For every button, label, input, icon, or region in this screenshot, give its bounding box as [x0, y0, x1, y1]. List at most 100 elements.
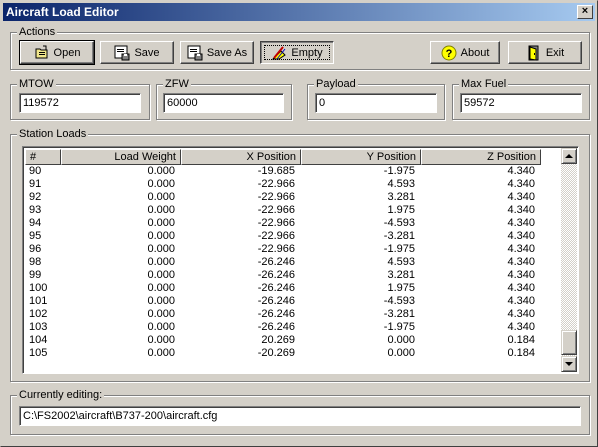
row-load-weight: 0.000 [147, 178, 175, 190]
row-y-position: 0.000 [387, 334, 415, 346]
table-row[interactable]: 98 0.000 -26.246 4.593 4.340 [25, 256, 541, 269]
table-row[interactable]: 100 0.000 -26.246 1.975 4.340 [25, 282, 541, 295]
payload-label: Payload [314, 77, 358, 91]
row-x-position: -22.966 [257, 204, 295, 216]
row-load-weight: 0.000 [147, 321, 175, 333]
row-x-position: -26.246 [257, 269, 295, 281]
row-number: 96 [29, 243, 42, 255]
row-x-position: -22.966 [257, 178, 295, 190]
row-x-position: -19.685 [257, 165, 295, 177]
row-y-position: 4.593 [387, 256, 415, 268]
row-z-position: 4.340 [507, 191, 535, 203]
window-title: Aircraft Load Editor [6, 5, 119, 19]
current-file-path[interactable]: C:\FS2002\aircraft\B737-200\aircraft.cfg [19, 406, 581, 426]
row-y-position: 3.281 [387, 269, 415, 281]
zfw-label: ZFW [163, 77, 191, 91]
row-z-position: 4.340 [507, 308, 535, 320]
row-y-position: 1.975 [387, 204, 415, 216]
row-z-position: 4.340 [507, 269, 535, 281]
mtow-field[interactable]: 119572 [19, 93, 141, 113]
row-load-weight: 0.000 [147, 295, 175, 307]
max-fuel-field[interactable]: 59572 [460, 93, 582, 113]
row-load-weight: 0.000 [147, 165, 175, 177]
row-z-position: 4.340 [507, 204, 535, 216]
payload-field[interactable]: 0 [315, 93, 437, 113]
column-header-x-position[interactable]: X Position [181, 149, 301, 165]
column-header-number[interactable]: # [25, 149, 61, 165]
row-x-position: -26.246 [257, 308, 295, 320]
row-number: 99 [29, 269, 42, 281]
table-row[interactable]: 95 0.000 -22.966 -3.281 4.340 [25, 230, 541, 243]
row-number: 101 [29, 295, 48, 307]
save-button-label: Save [134, 46, 160, 59]
empty-button[interactable]: Empty [260, 41, 334, 64]
close-button[interactable]: × [577, 5, 593, 19]
row-y-position: 3.281 [387, 191, 415, 203]
save-disk-icon [114, 45, 130, 61]
row-x-position: -20.269 [257, 347, 295, 359]
row-load-weight: 0.000 [147, 282, 175, 294]
vertical-scrollbar[interactable] [561, 148, 577, 372]
row-x-position: 20.269 [261, 334, 295, 346]
table-row[interactable]: 102 0.000 -26.246 -3.281 4.340 [25, 308, 541, 321]
table-row[interactable]: 99 0.000 -26.246 3.281 4.340 [25, 269, 541, 282]
row-x-position: -26.246 [257, 295, 295, 307]
table-row[interactable]: 105 0.000 -20.269 0.000 0.184 [25, 347, 541, 360]
station-loads-list[interactable]: # Load Weight X Position Y Position Z Po… [22, 146, 579, 374]
row-y-position: -4.593 [383, 295, 415, 307]
about-button[interactable]: ? About [430, 41, 500, 64]
table-row[interactable]: 92 0.000 -22.966 3.281 4.340 [25, 191, 541, 204]
max-fuel-label: Max Fuel [459, 77, 509, 91]
open-folder-icon [34, 45, 50, 61]
column-header-load-weight[interactable]: Load Weight [61, 149, 181, 165]
zfw-field[interactable]: 60000 [163, 93, 284, 113]
row-x-position: -22.966 [257, 230, 295, 242]
list-rows: 90 0.000 -19.685 -1.975 4.340 91 0.000 -22.966 4… [25, 165, 541, 360]
save-button[interactable]: Save [100, 41, 174, 64]
table-row[interactable]: 104 0.000 20.269 0.000 0.184 [25, 334, 541, 347]
row-y-position: -3.281 [383, 230, 415, 242]
title-bar[interactable]: Aircraft Load Editor × [3, 3, 595, 21]
row-z-position: 4.340 [507, 295, 535, 307]
table-row[interactable]: 103 0.000 -26.246 -1.975 4.340 [25, 321, 541, 334]
current-file-label: Currently editing: [17, 388, 105, 402]
row-number: 100 [29, 282, 48, 294]
scroll-up-button[interactable] [561, 148, 577, 164]
actions-group-label: Actions [17, 25, 58, 39]
table-row[interactable]: 94 0.000 -22.966 -4.593 4.340 [25, 217, 541, 230]
scroll-down-button[interactable] [561, 356, 577, 372]
scroll-up-arrow-icon [565, 154, 573, 158]
row-z-position: 4.340 [507, 282, 535, 294]
row-z-position: 4.340 [507, 178, 535, 190]
row-number: 90 [29, 165, 42, 177]
row-number: 94 [29, 217, 42, 229]
row-load-weight: 0.000 [147, 204, 175, 216]
open-button[interactable]: Open [19, 40, 95, 65]
save-as-button-label: Save As [206, 46, 248, 59]
save-as-disk-icon [187, 45, 203, 61]
row-number: 92 [29, 191, 42, 203]
row-number: 98 [29, 256, 42, 268]
row-y-position: -1.975 [383, 165, 415, 177]
column-header-z-position[interactable]: Z Position [421, 149, 541, 165]
exit-button[interactable]: Exit [508, 41, 582, 64]
row-z-position: 4.340 [507, 321, 535, 333]
save-as-button[interactable]: Save As [180, 41, 254, 64]
table-row[interactable]: 96 0.000 -22.966 -1.975 4.340 [25, 243, 541, 256]
table-row[interactable]: 90 0.000 -19.685 -1.975 4.340 [25, 165, 541, 178]
row-x-position: -22.966 [257, 191, 295, 203]
row-load-weight: 0.000 [147, 269, 175, 281]
row-load-weight: 0.000 [147, 256, 175, 268]
column-header-y-position[interactable]: Y Position [301, 149, 421, 165]
table-row[interactable]: 93 0.000 -22.966 1.975 4.340 [25, 204, 541, 217]
row-load-weight: 0.000 [147, 243, 175, 255]
row-number: 93 [29, 204, 42, 216]
row-z-position: 0.184 [507, 347, 535, 359]
scroll-thumb[interactable] [561, 330, 577, 355]
row-number: 104 [29, 334, 48, 346]
table-row[interactable]: 101 0.000 -26.246 -4.593 4.340 [25, 295, 541, 308]
app-window: Aircraft Load Editor × Actions Open Save… [0, 0, 598, 447]
row-load-weight: 0.000 [147, 191, 175, 203]
table-row[interactable]: 91 0.000 -22.966 4.593 4.340 [25, 178, 541, 191]
row-z-position: 0.184 [507, 334, 535, 346]
